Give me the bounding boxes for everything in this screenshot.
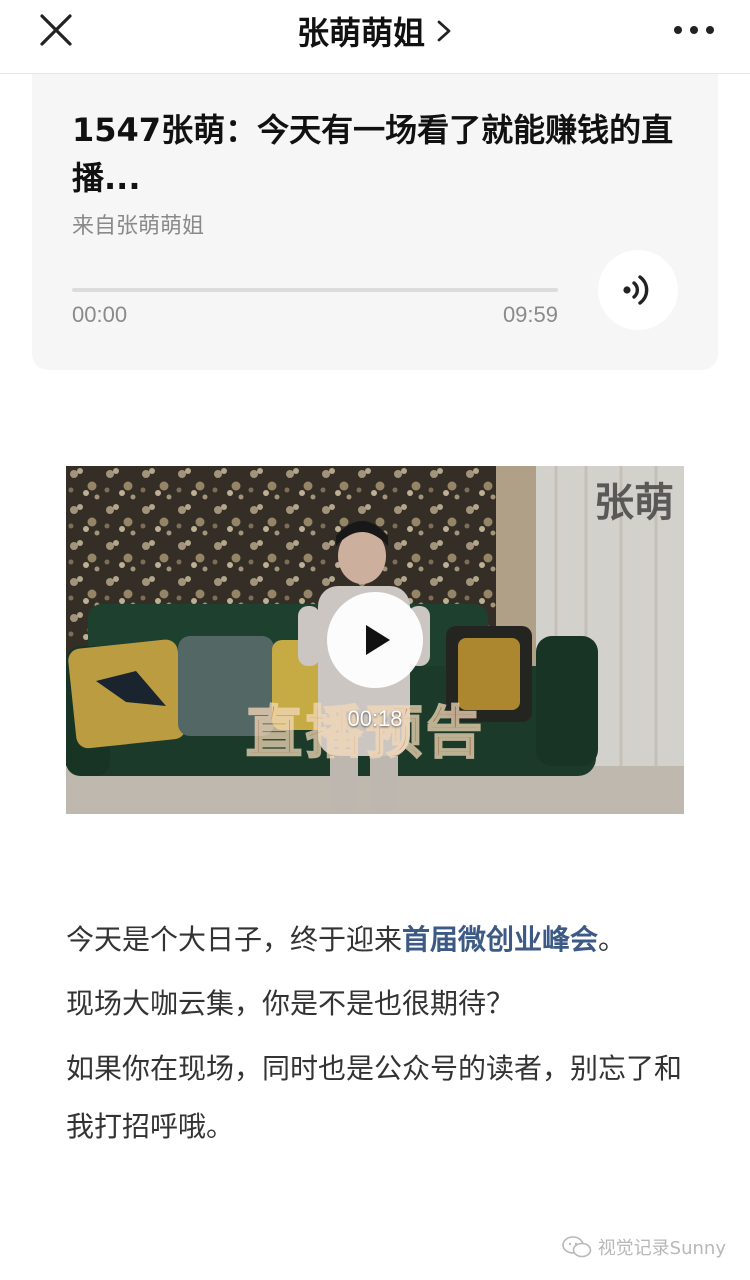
audio-source: 来自张萌萌姐 [72, 214, 205, 239]
audio-wave-icon [623, 275, 649, 305]
top-nav-bar: 张萌萌姐 [0, 0, 750, 74]
paragraph-text: 。 [598, 923, 627, 956]
audio-card[interactable]: 1547张萌：今天有一场看了就能赚钱的直播... 来自张萌萌姐 00:00 09… [32, 74, 718, 370]
video-play-button[interactable] [327, 592, 423, 688]
video-duration: 00:18 [347, 706, 403, 731]
article-paragraph: 现场大咖云集，你是不是也很期待？ [66, 987, 515, 1020]
wechat-icon [561, 1236, 591, 1258]
audio-progress-bar[interactable] [72, 288, 558, 292]
account-name: 张萌萌姐 [296, 14, 425, 52]
audio-title: 1547张萌：今天有一场看了就能赚钱的直播... [72, 111, 674, 197]
paragraph-text: 今天是个大日子，终于迎来 [66, 923, 403, 956]
source-watermark: 视觉记录Sunny [561, 1234, 726, 1260]
account-title-link[interactable]: 张萌萌姐 [0, 8, 750, 54]
audio-play-button[interactable] [598, 250, 678, 330]
video-corner-brand: 张萌 [594, 480, 674, 526]
summit-link[interactable]: 首届微创业峰会 [402, 923, 598, 956]
article-paragraph: 今天是个大日子，终于迎来首届微创业峰会。 [66, 912, 686, 968]
audio-current-time: 00:00 [72, 302, 128, 327]
more-icon [674, 26, 682, 34]
watermark-text: 视觉记录Sunny [597, 1238, 726, 1259]
video-player[interactable]: 张萌 直播预告 00:18 [66, 466, 684, 814]
play-icon [366, 625, 390, 655]
chevron-right-icon [437, 20, 451, 42]
article-paragraph: 如果你在现场，同时也是公众号的读者，别忘了和我打招呼哦。 [66, 1052, 683, 1143]
audio-total-time: 09:59 [502, 302, 558, 327]
more-button[interactable] [674, 16, 714, 44]
article-body: 今天是个大日子，终于迎来首届微创业峰会。 现场大咖云集，你是不是也很期待？ 如果… [66, 912, 686, 1156]
